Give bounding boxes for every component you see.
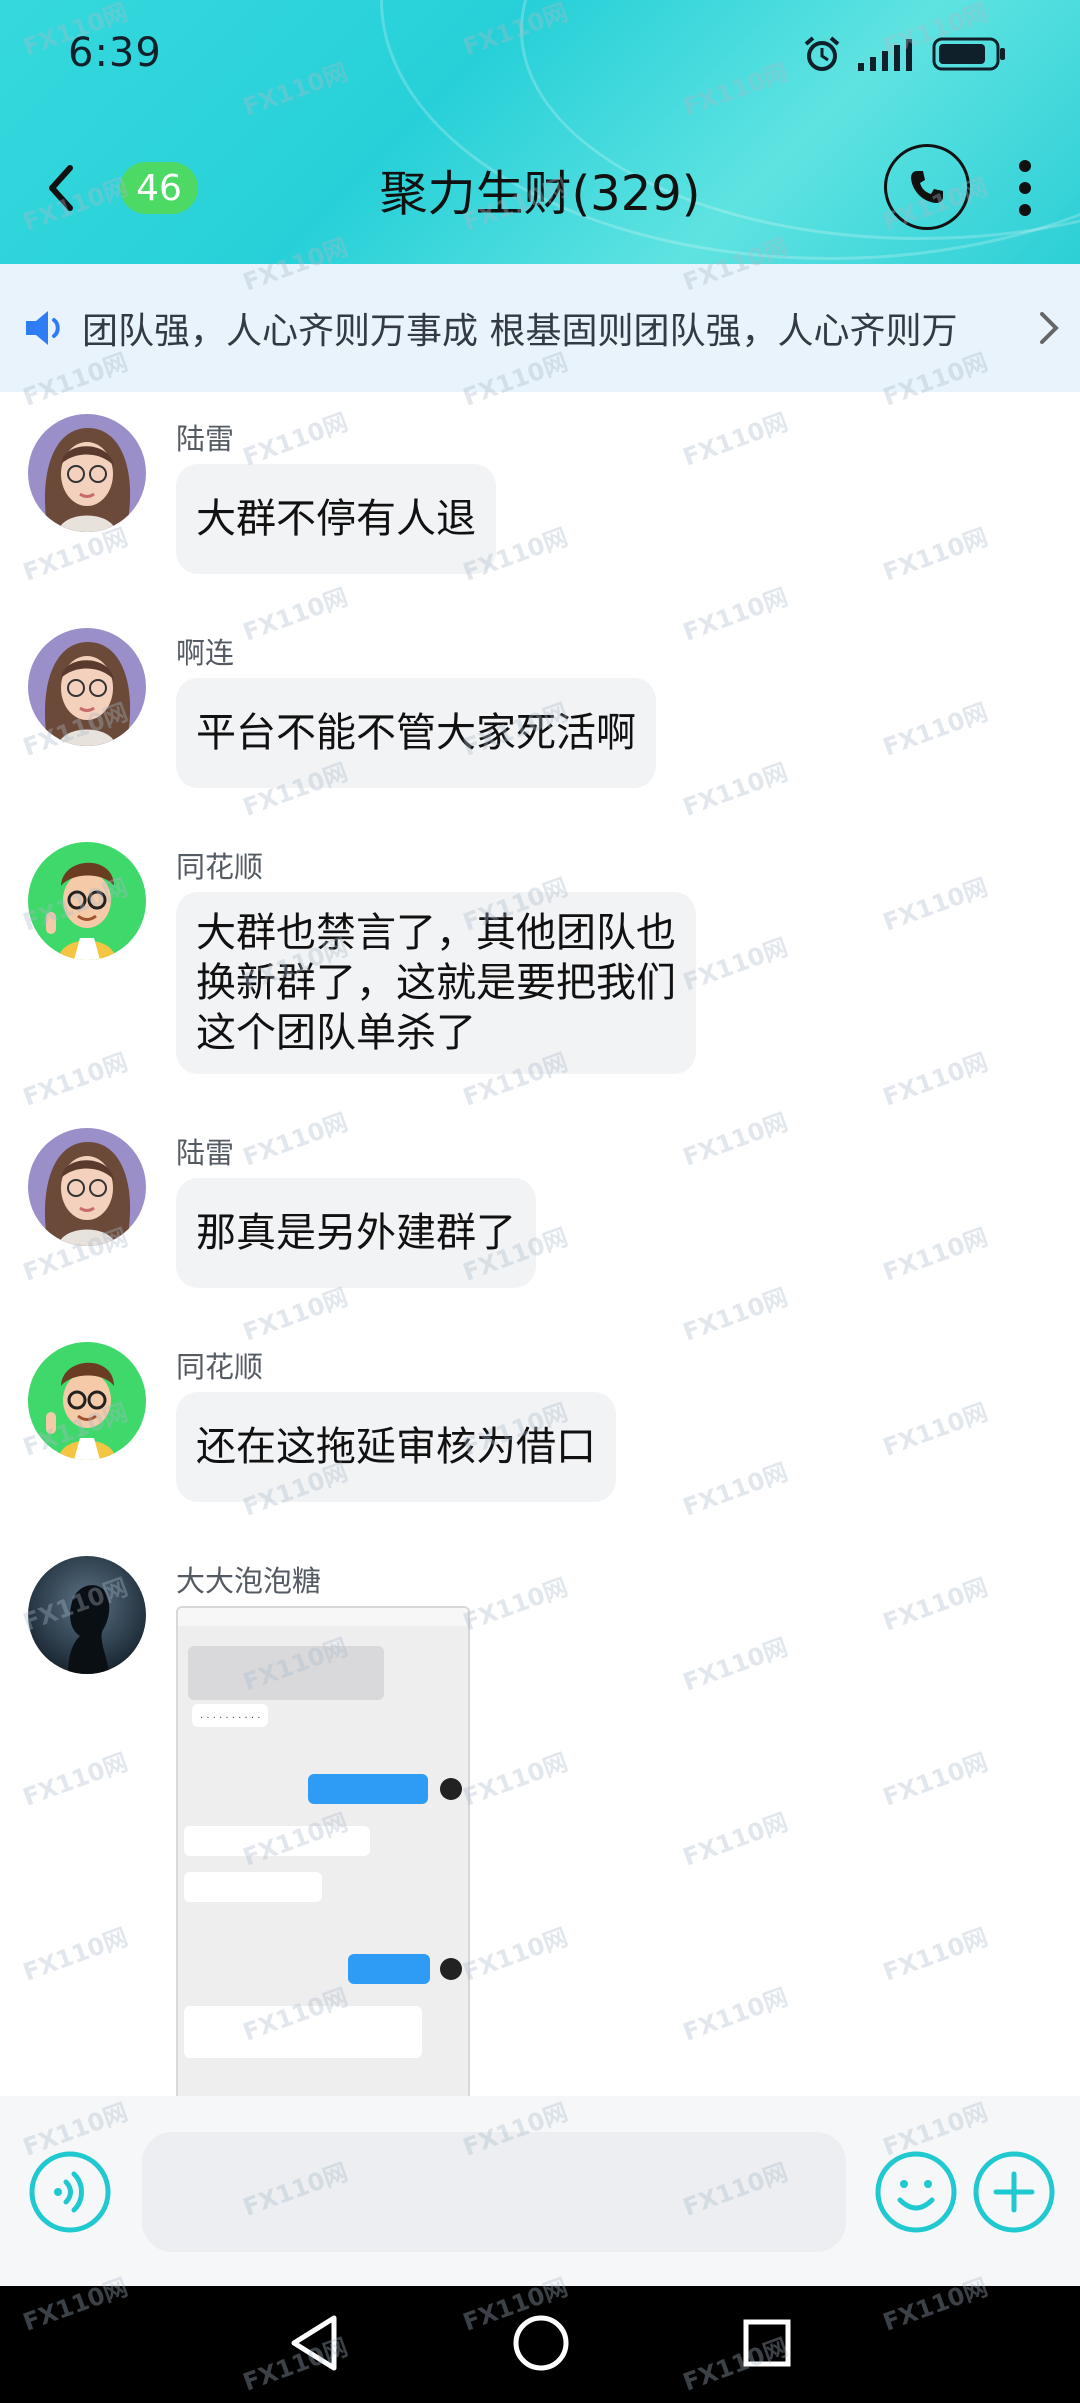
- watermark: FX110网: [879, 523, 992, 587]
- message-bubble[interactable]: 大群也禁言了，其他团队也 换新群了，这就是要把我们 这个团队单杀了: [176, 892, 696, 1074]
- avatar[interactable]: [28, 414, 146, 532]
- status-time: 6:39: [68, 30, 162, 76]
- watermark: FX110网: [679, 1458, 792, 1522]
- watermark: FX110网: [679, 408, 792, 472]
- chevron-right-icon: [1040, 312, 1059, 344]
- watermark: FX110网: [679, 758, 792, 822]
- watermark: FX110网: [679, 1983, 792, 2047]
- voice-icon[interactable]: [28, 2150, 112, 2234]
- watermark: FX110网: [879, 1748, 992, 1812]
- watermark: FX110网: [679, 1633, 792, 1697]
- watermark: FX110网: [239, 1108, 352, 1172]
- announcement-text: 团队强，人心齐则万事成 根基固则团队强，人心齐则万: [82, 311, 958, 352]
- mini-bubble-blue: [308, 1774, 428, 1804]
- chat-header: 6:39 46 聚力生财(329): [0, 0, 1080, 264]
- speaker-icon: [26, 311, 60, 345]
- mini-bubble: [184, 1826, 370, 1856]
- call-button[interactable]: [884, 144, 970, 230]
- avatar[interactable]: [28, 842, 146, 960]
- watermark: FX110网: [459, 1573, 572, 1637]
- back-triangle-icon[interactable]: [286, 2312, 344, 2374]
- battery-icon: [932, 37, 1005, 71]
- sender-name: 大大泡泡糖: [176, 1564, 322, 1598]
- watermark: FX110网: [879, 873, 992, 937]
- avatar[interactable]: [28, 628, 146, 746]
- watermark: FX110网: [459, 1923, 572, 1987]
- watermark: FX110网: [459, 1748, 572, 1812]
- male-cartoon-avatar-icon: [28, 842, 146, 960]
- watermark: FX110网: [19, 1748, 132, 1812]
- female-avatar-icon: [28, 414, 146, 532]
- mini-bubble: [184, 1872, 322, 1902]
- watermark: FX110网: [679, 1108, 792, 1172]
- mini-quote-box: [188, 1646, 384, 1700]
- watermark: FX110网: [679, 1283, 792, 1347]
- watermark: FX110网: [879, 1398, 992, 1462]
- watermark: FX110网: [239, 408, 352, 472]
- emoji-icon[interactable]: [874, 2150, 958, 2234]
- female-avatar-icon: [28, 1128, 146, 1246]
- home-circle-icon[interactable]: [510, 2312, 572, 2374]
- message-bubble[interactable]: 那真是另外建群了: [176, 1178, 536, 1288]
- add-icon[interactable]: [972, 2150, 1056, 2234]
- nav-row: 46 聚力生财(329): [0, 140, 1080, 236]
- message-input[interactable]: [142, 2132, 846, 2252]
- phone-icon: [911, 171, 943, 203]
- avatar[interactable]: [28, 1342, 146, 1460]
- watermark: FX110网: [879, 1048, 992, 1112]
- sender-name: 同花顺: [176, 850, 264, 884]
- message-bubble[interactable]: 大群不停有人退: [176, 464, 496, 574]
- alarm-icon: [804, 36, 840, 71]
- recents-square-icon[interactable]: [738, 2312, 796, 2374]
- message-bubble[interactable]: 平台不能不管大家死活啊: [176, 678, 656, 788]
- signal-icon: [858, 39, 912, 71]
- system-nav-bar: [0, 2286, 1080, 2403]
- status-icons: [802, 34, 1008, 74]
- watermark: FX110网: [879, 1573, 992, 1637]
- mini-bubble-blue: [348, 1954, 430, 1984]
- mini-bubble: [184, 2006, 422, 2058]
- sender-name: 同花顺: [176, 1350, 264, 1384]
- watermark: FX110网: [19, 1048, 132, 1112]
- avatar[interactable]: [28, 1128, 146, 1246]
- sender-name: 陆雷: [176, 422, 235, 456]
- sender-name: 啊连: [176, 636, 235, 670]
- silhouette-avatar-icon: [28, 1556, 146, 1674]
- message-bubble[interactable]: 还在这拖延审核为借口: [176, 1392, 616, 1502]
- female-avatar-icon: [28, 628, 146, 746]
- sender-name: 陆雷: [176, 1136, 235, 1170]
- announcement-bar[interactable]: 团队强，人心齐则万事成 根基固则团队强，人心齐则万: [0, 264, 1080, 392]
- mini-avatar: [440, 1778, 462, 1800]
- mini-bubble: . . . . . . . . . .: [192, 1704, 269, 1727]
- avatar[interactable]: [28, 1556, 146, 1674]
- mini-avatar: [440, 1958, 462, 1980]
- watermark: FX110网: [679, 1808, 792, 1872]
- watermark: FX110网: [19, 1923, 132, 1987]
- watermark: FX110网: [879, 1923, 992, 1987]
- watermark: FX110网: [679, 583, 792, 647]
- male-cartoon-avatar-icon: [28, 1342, 146, 1460]
- watermark: FX110网: [239, 583, 352, 647]
- mini-status-bar: [178, 1608, 468, 1626]
- input-bar: [0, 2096, 1080, 2286]
- more-icon[interactable]: [1010, 158, 1040, 218]
- image-message[interactable]: . . . . . . . . . .: [176, 1606, 470, 2100]
- watermark: FX110网: [879, 1223, 992, 1287]
- watermark: FX110网: [879, 698, 992, 762]
